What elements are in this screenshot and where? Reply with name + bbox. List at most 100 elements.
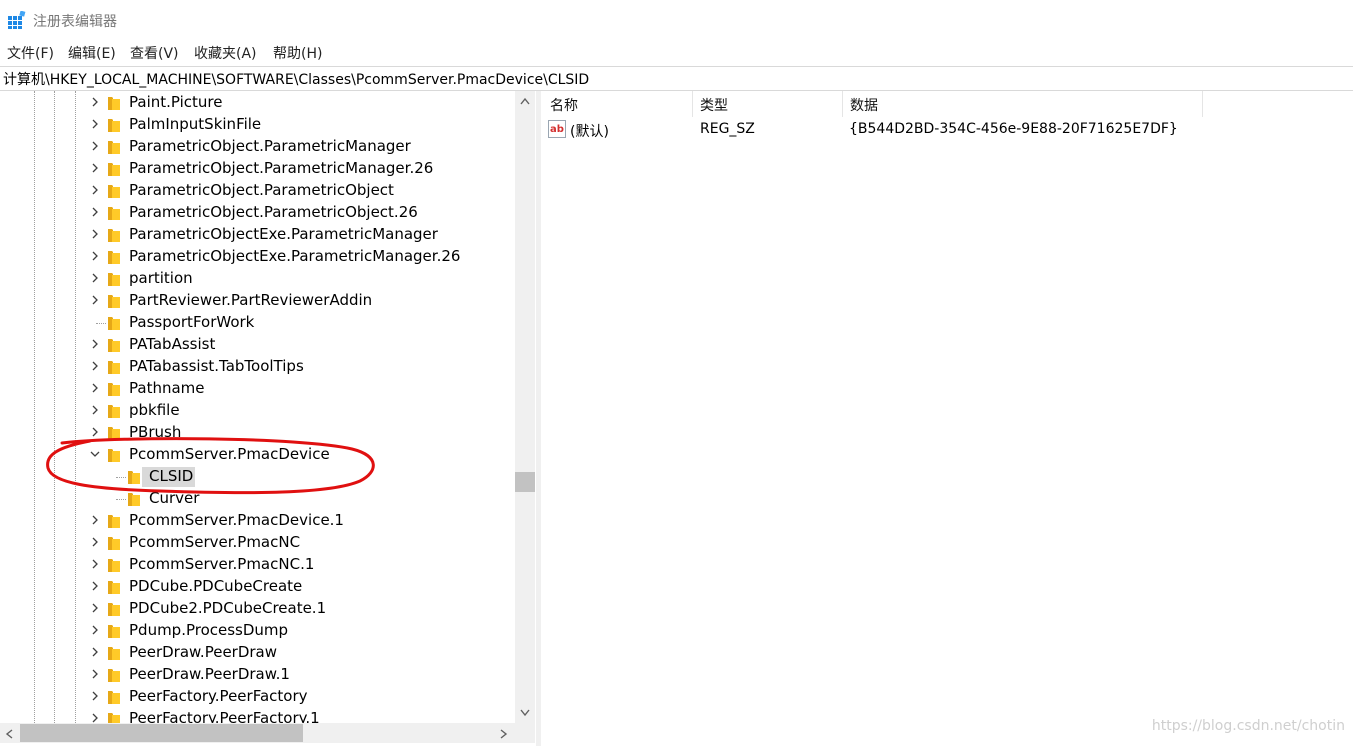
chevron-right-icon[interactable]: [90, 339, 100, 349]
tree-item[interactable]: PeerDraw.PeerDraw.1: [0, 664, 515, 686]
tree-horizontal-scrollbar[interactable]: [0, 723, 515, 743]
column-divider[interactable]: [1202, 91, 1203, 117]
tree-item-label: PalmInputSkinFile: [129, 115, 262, 133]
tree-item[interactable]: PcommServer.PmacDevice: [0, 444, 515, 466]
chevron-right-icon[interactable]: [90, 581, 100, 591]
folder-icon: [128, 493, 140, 506]
chevron-down-icon[interactable]: [90, 449, 100, 459]
window-title: 注册表编辑器: [33, 14, 117, 30]
chevron-right-icon[interactable]: [90, 625, 100, 635]
tree-item-label: PeerDraw.PeerDraw.1: [129, 665, 290, 683]
tree-connector: [116, 477, 126, 478]
horizontal-scroll-thumb[interactable]: [20, 724, 303, 742]
folder-icon: [108, 119, 120, 132]
tree-item-label: PATabassist.TabToolTips: [129, 357, 304, 375]
tree-item-label: PartReviewer.PartReviewerAddin: [129, 291, 373, 309]
tree-item[interactable]: PATabassist.TabToolTips: [0, 356, 515, 378]
tree-item-label: PcommServer.PmacDevice: [129, 445, 330, 463]
chevron-right-icon[interactable]: [90, 669, 100, 679]
column-divider[interactable]: [842, 91, 843, 117]
value-row[interactable]: ab (默认) REG_SZ {B544D2BD-354C-456e-9E88-…: [541, 119, 1353, 141]
column-header-name[interactable]: 名称: [550, 95, 578, 115]
tree-item-label: PDCube2.PDCubeCreate.1: [129, 599, 327, 617]
tree-item[interactable]: PeerDraw.PeerDraw: [0, 642, 515, 664]
chevron-right-icon[interactable]: [90, 119, 100, 129]
chevron-right-icon[interactable]: [90, 515, 100, 525]
tree-item[interactable]: ParametricObject.ParametricManager: [0, 136, 515, 158]
tree-item[interactable]: PBrush: [0, 422, 515, 444]
menu-file[interactable]: 文件(F): [7, 43, 54, 63]
chevron-right-icon[interactable]: [90, 229, 100, 239]
folder-icon: [108, 625, 120, 638]
tree-item[interactable]: ParametricObject.ParametricObject: [0, 180, 515, 202]
menu-view[interactable]: 查看(V): [130, 43, 179, 63]
tree-item[interactable]: pbkfile: [0, 400, 515, 422]
tree-item[interactable]: PcommServer.PmacDevice.1: [0, 510, 515, 532]
column-divider[interactable]: [692, 91, 693, 117]
folder-icon: [108, 295, 120, 308]
key-tree[interactable]: Paint.Picture PalmInputSkinFile Parametric…: [0, 91, 536, 746]
menu-help[interactable]: 帮助(H): [273, 43, 322, 63]
tree-item[interactable]: Pdump.ProcessDump: [0, 620, 515, 642]
tree-item[interactable]: PalmInputSkinFile: [0, 114, 515, 136]
scrollbar-corner: [515, 723, 535, 743]
tree-item-label: PeerFactory.PeerFactory: [129, 687, 308, 705]
scroll-right-button[interactable]: [495, 723, 515, 743]
tree-item[interactable]: ParametricObjectExe.ParametricManager: [0, 224, 515, 246]
chevron-right-icon[interactable]: [90, 603, 100, 613]
tree-item[interactable]: PcommServer.PmacNC.1: [0, 554, 515, 576]
chevron-right-icon[interactable]: [90, 559, 100, 569]
tree-item[interactable]: partition: [0, 268, 515, 290]
tree-vertical-scrollbar[interactable]: [515, 91, 535, 723]
tree-item[interactable]: ParametricObject.ParametricObject.26: [0, 202, 515, 224]
tree-item[interactable]: PDCube.PDCubeCreate: [0, 576, 515, 598]
chevron-down-icon: [520, 709, 530, 717]
tree-item[interactable]: Curver: [0, 488, 515, 510]
tree-item[interactable]: Paint.Picture: [0, 92, 515, 114]
tree-item[interactable]: ParametricObject.ParametricManager.26: [0, 158, 515, 180]
chevron-right-icon[interactable]: [90, 713, 100, 723]
chevron-right-icon[interactable]: [90, 361, 100, 371]
chevron-right-icon[interactable]: [90, 405, 100, 415]
tree-item[interactable]: PartReviewer.PartReviewerAddin: [0, 290, 515, 312]
address-path[interactable]: 计算机\HKEY_LOCAL_MACHINE\SOFTWARE\Classes\…: [3, 69, 589, 89]
folder-icon: [108, 581, 120, 594]
scroll-up-button[interactable]: [515, 91, 535, 111]
value-name: (默认): [570, 124, 609, 140]
vertical-scroll-thumb[interactable]: [515, 472, 535, 492]
tree-item[interactable]: Pathname: [0, 378, 515, 400]
tree-item[interactable]: PDCube2.PDCubeCreate.1: [0, 598, 515, 620]
chevron-right-icon[interactable]: [90, 141, 100, 151]
tree-item[interactable]: ParametricObjectExe.ParametricManager.26: [0, 246, 515, 268]
chevron-right-icon[interactable]: [90, 251, 100, 261]
chevron-right-icon[interactable]: [90, 537, 100, 547]
tree-item[interactable]: PATabAssist: [0, 334, 515, 356]
folder-icon: [108, 339, 120, 352]
address-bar[interactable]: 计算机\HKEY_LOCAL_MACHINE\SOFTWARE\Classes\…: [0, 66, 1353, 91]
tree-item[interactable]: PcommServer.PmacNC: [0, 532, 515, 554]
menu-bar: 文件(F) 编辑(E) 查看(V) 收藏夹(A) 帮助(H): [0, 40, 1353, 64]
value-list[interactable]: 名称 类型 数据 ab (默认) REG_SZ {B544D2BD-354C-4…: [541, 91, 1353, 746]
chevron-right-icon[interactable]: [90, 207, 100, 217]
chevron-right-icon[interactable]: [90, 273, 100, 283]
scroll-left-button[interactable]: [0, 723, 20, 743]
menu-favorites[interactable]: 收藏夹(A): [194, 43, 257, 63]
chevron-right-icon[interactable]: [90, 647, 100, 657]
chevron-right-icon[interactable]: [90, 185, 100, 195]
scroll-down-button[interactable]: [515, 703, 535, 723]
column-header-type[interactable]: 类型: [700, 95, 728, 115]
chevron-right-icon[interactable]: [90, 383, 100, 393]
folder-icon: [128, 471, 140, 484]
tree-item[interactable]: CLSID: [0, 466, 515, 488]
tree-item[interactable]: PeerFactory.PeerFactory: [0, 686, 515, 708]
chevron-right-icon[interactable]: [90, 295, 100, 305]
chevron-right-icon[interactable]: [90, 427, 100, 437]
chevron-right-icon[interactable]: [90, 691, 100, 701]
menu-edit[interactable]: 编辑(E): [68, 43, 116, 63]
chevron-right-icon[interactable]: [90, 163, 100, 173]
folder-icon: [108, 361, 120, 374]
tree-item[interactable]: PassportForWork: [0, 312, 515, 334]
chevron-right-icon[interactable]: [90, 97, 100, 107]
column-header-data[interactable]: 数据: [850, 95, 878, 115]
tree-item-label: ParametricObject.ParametricManager.26: [129, 159, 434, 177]
